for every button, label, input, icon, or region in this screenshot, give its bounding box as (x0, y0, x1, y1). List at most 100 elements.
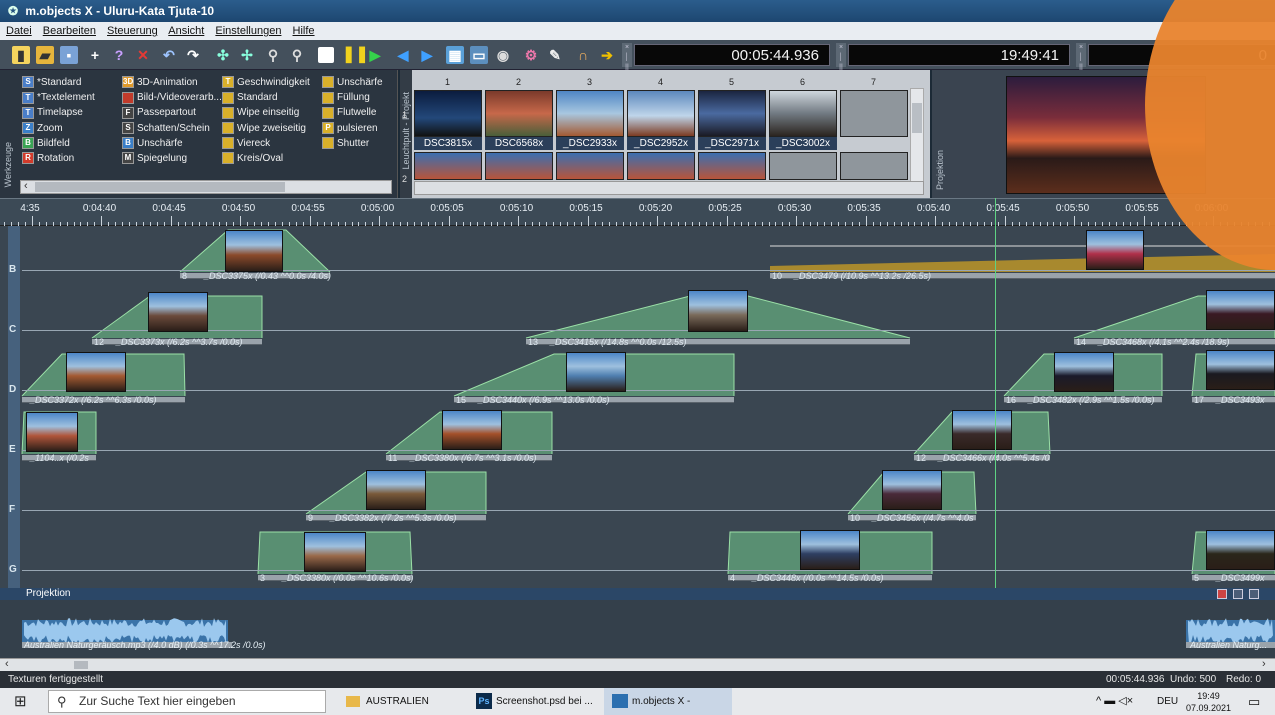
menu-datei[interactable]: Datei (6, 25, 32, 37)
scroll-left-icon[interactable]: ‹ (24, 180, 28, 192)
clip-thumbnail[interactable] (566, 352, 626, 392)
pause-icon[interactable]: ❚❚ (342, 46, 369, 64)
timeline-ruler[interactable]: 4:35 0:04:40 0:04:45 0:04:50 0:04:55 0:05:00 0… (0, 198, 1275, 226)
lighttable-slide-row1[interactable] (698, 90, 766, 137)
effect-col4-0[interactable]: Unschärfe (322, 76, 383, 90)
undo-icon[interactable]: ↶ (160, 46, 178, 64)
clip-thumbnail[interactable] (442, 410, 502, 450)
effect-col3-2[interactable]: Wipe einseitig (222, 106, 299, 120)
save-icon[interactable]: ▪ (60, 46, 78, 64)
hscroll-thumb[interactable] (74, 661, 88, 669)
loop-icon[interactable]: ∩ (574, 46, 592, 64)
effect-col3-3[interactable]: Wipe zweiseitig (222, 121, 306, 136)
export-icon[interactable]: ➔ (598, 46, 616, 64)
lighttable-slide-row2[interactable] (556, 152, 624, 180)
tools-scrollbar[interactable]: ‹ (20, 180, 392, 194)
effect-col1-2[interactable]: T Timelapse (22, 106, 83, 120)
lighttable-hscroll[interactable] (414, 181, 924, 195)
menu-bearbeiten[interactable]: Bearbeiten (43, 25, 96, 37)
effect-col2-4[interactable]: B Unschärfe (122, 137, 183, 151)
effect-col1-3[interactable]: Z Zoom (22, 121, 63, 136)
menu-hilfe[interactable]: Hilfe (293, 25, 315, 37)
effect-col3-4[interactable]: Viereck (222, 137, 270, 151)
effect-col3-5[interactable]: Kreis/Oval (222, 152, 283, 166)
taskbar-item-photoshop[interactable]: Ps Screenshot.psd bei ... (476, 688, 593, 715)
clip-thumbnail[interactable] (66, 352, 126, 392)
taskbar-search-input[interactable]: ⚲ Zur Suche Text hier eingeben (48, 690, 326, 713)
tray-clock[interactable]: 19:49 07.09.2021 (1186, 688, 1231, 715)
effect-col1-0[interactable]: S *Standard (22, 76, 81, 90)
effect-col1-5[interactable]: R Rotation (22, 152, 74, 166)
clip-thumbnail[interactable] (1206, 290, 1275, 330)
redo-icon[interactable]: ↷ (184, 46, 202, 64)
clip-thumbnail[interactable] (952, 410, 1012, 450)
lighttable-slide-row2[interactable] (627, 152, 695, 180)
third-panel-grip[interactable]: × │ || (1076, 43, 1086, 71)
add-icon[interactable]: + (86, 46, 104, 64)
expand-icon[interactable] (1233, 589, 1243, 599)
effect-col2-2[interactable]: F Passepartout (122, 106, 196, 120)
timeline-hscroll[interactable]: ‹ › (0, 658, 1275, 671)
notification-icon[interactable]: ▭ (1248, 688, 1260, 715)
lighttable-vscroll-thumb[interactable] (912, 103, 922, 133)
tray-icons[interactable]: ^ ▬ ◁× (1096, 688, 1133, 715)
effect-col2-5[interactable]: M Spiegelung (122, 152, 187, 166)
lighttable-slide-row2[interactable] (698, 152, 766, 180)
effect-col2-3[interactable]: S Schatten/Schein (122, 121, 210, 136)
effect-col4-2[interactable]: Flutwelle (322, 106, 376, 120)
open-folder-icon[interactable]: ▰ (36, 46, 54, 64)
effect-col2-0[interactable]: 3D 3D-Animation (122, 76, 198, 90)
effect-col3-1[interactable]: Standard (222, 91, 278, 105)
clip-thumbnail[interactable] (148, 292, 208, 332)
effect-col2-1[interactable]: Bild-/Videoverarb... (122, 91, 222, 105)
lighttable-slide-row2[interactable] (485, 152, 553, 180)
lighttable-slide-row1[interactable] (414, 90, 482, 137)
effect-col4-3[interactable]: Ppulsieren (322, 121, 378, 136)
timeline-tracks[interactable]: B C D E F G 8 _DSC3375x (/0.43 ^^0.0s /4.0s) 12 _… (0, 226, 1275, 588)
clip-thumbnail[interactable] (26, 412, 78, 452)
hscroll-left-icon[interactable]: ‹ (5, 658, 9, 670)
record-icon[interactable] (1217, 589, 1227, 599)
lighttable-slide-row1[interactable] (556, 90, 624, 137)
stop-icon[interactable] (318, 47, 334, 63)
clip-thumbnail[interactable] (1206, 350, 1275, 390)
lighttable-slide-row1[interactable] (769, 90, 837, 137)
clip-thumbnail[interactable] (800, 530, 860, 570)
clip-thumbnail[interactable] (882, 470, 942, 510)
tray-language[interactable]: DEU (1157, 688, 1178, 715)
lighttable-slide-row2[interactable] (414, 152, 482, 180)
rewind-icon[interactable]: ◀ (394, 46, 412, 64)
effect-col1-4[interactable]: B Bildfeld (22, 137, 70, 151)
settings-icon[interactable]: ⚙ (522, 46, 540, 64)
menu-einstellungen[interactable]: Einstellungen (215, 25, 281, 37)
effect-col3-0[interactable]: T Geschwindigkeit (222, 76, 310, 90)
audio-track[interactable]: Australien Naturgeräusch.mp3 (/4.0 dB) (… (0, 600, 1275, 658)
lighttable-slide-row1[interactable] (840, 90, 908, 137)
disc-icon[interactable]: ◉ (494, 46, 512, 64)
lighttable-slide-row1[interactable] (627, 90, 695, 137)
taskbar-item-mobjects[interactable]: m.objects X - [Uluru... (604, 688, 732, 715)
clip-thumbnail[interactable] (1206, 530, 1275, 570)
snap-icon[interactable]: ✣ (214, 46, 232, 64)
pen-icon[interactable]: ✎ (546, 46, 564, 64)
monitor-icon[interactable]: ▭ (470, 46, 488, 64)
hscroll-right-icon[interactable]: › (1262, 658, 1266, 670)
clip-thumbnail[interactable] (1054, 352, 1114, 392)
taskbar-item-australien[interactable]: AUSTRALIEN (346, 688, 429, 715)
menu-steuerung[interactable]: Steuerung (107, 25, 158, 37)
windows-start-icon[interactable]: ⊞ (14, 688, 27, 715)
time-panel-grip[interactable]: × │ || (622, 43, 632, 71)
clip-thumbnail[interactable] (1086, 230, 1144, 270)
clock-panel-grip[interactable]: × │ || (836, 43, 846, 71)
zoom-in-icon[interactable]: ⚲ (264, 46, 282, 64)
new-file-icon[interactable]: ▮ (12, 46, 30, 64)
clip-thumbnail[interactable] (366, 470, 426, 510)
forward-icon[interactable]: ▶ (418, 46, 436, 64)
effect-col4-4[interactable]: Shutter (322, 137, 369, 151)
clip-thumbnail[interactable] (304, 532, 366, 572)
lighttable-slide-row2[interactable] (840, 152, 908, 180)
lighttable-icon[interactable]: ▦ (446, 46, 464, 64)
clip-thumbnail[interactable] (688, 290, 748, 332)
magnet-icon[interactable]: ✢ (238, 46, 256, 64)
delete-icon[interactable]: ✕ (134, 46, 152, 64)
